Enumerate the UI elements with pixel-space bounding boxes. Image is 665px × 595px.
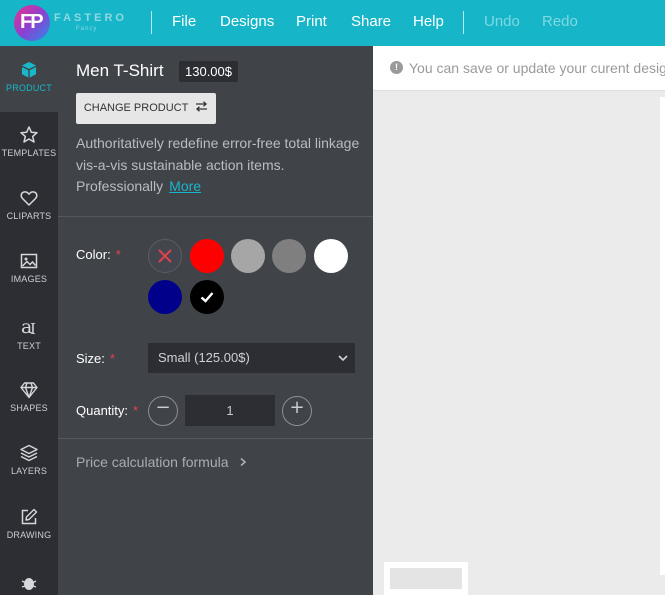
rail-item-cliparts[interactable]: CLIPARTS [0,188,58,221]
required-mark: * [115,247,121,262]
rail-item-product[interactable]: PRODUCT [0,60,58,93]
required-mark: * [133,403,139,418]
cube-icon [22,62,36,78]
image-icon [20,253,38,269]
quantity-label-text: Quantity: [76,403,129,418]
menu-designs[interactable]: Designs [220,13,274,30]
swap-icon [196,101,208,112]
top-bar: FP FASTERO Fancy File Designs Print Shar… [0,0,665,46]
menu-help[interactable]: Help [413,13,444,30]
chevron-down-icon [338,355,348,362]
quantity-label: Quantity: * [76,403,138,418]
color-swatch-black[interactable] [190,280,224,314]
rail-label-shapes: SHAPES [10,403,48,413]
rail-item-layers[interactable]: LAYERS [0,443,58,476]
divider [58,216,373,217]
info-icon: ! [390,61,403,74]
quantity-decrement-button[interactable]: − [148,396,178,426]
text-icon: a I [21,316,36,338]
save-notice-text: You can save or update your curent desig… [409,60,665,76]
color-swatch-white[interactable] [314,239,348,273]
check-icon [200,292,214,303]
logo-wordmark: FASTERO [54,12,127,24]
product-description: Authoritatively redefine error-free tota… [76,133,366,198]
menu-separator [151,11,152,34]
price-formula-toggle[interactable]: Price calculation formula [76,454,248,470]
size-label: Size: * [76,351,115,366]
rail-label-layers: LAYERS [10,466,48,476]
color-swatch-red[interactable] [190,239,224,273]
bug-icon [21,578,37,590]
size-select-value: Small (125.00$) [158,350,250,365]
remove-color-icon [158,249,172,263]
rail-label-drawing: DRAWING [6,530,52,540]
product-panel: Men T-Shirt 130.00$ CHANGE PRODUCT Autho… [58,46,373,595]
heart-icon [20,191,38,206]
menu-separator [463,11,464,34]
color-swatch-navy[interactable] [148,280,182,314]
star-icon [20,126,38,143]
rail-item-text[interactable]: a I TEXT [0,314,58,351]
price-formula-label: Price calculation formula [76,454,229,470]
save-notice-bar: ! You can save or update your curent des… [373,46,665,91]
plus-icon: + [289,397,305,418]
rail-label-images: IMAGES [10,274,48,284]
chevron-right-icon [240,457,247,467]
rail-item-templates[interactable]: TEMPLATES [0,125,58,158]
product-title: Men T-Shirt [76,61,164,80]
change-product-button[interactable]: CHANGE PRODUCT [76,93,216,124]
thumbnail-preview [390,568,462,589]
logo-letters: FP [20,11,44,33]
rail-item-images[interactable]: IMAGES [0,251,58,284]
redo-button[interactable]: Redo [542,13,578,30]
edit-icon [21,508,38,525]
more-link[interactable]: More [169,178,201,194]
divider [58,438,373,439]
design-canvas[interactable] [373,91,665,595]
menu-print[interactable]: Print [296,13,327,30]
quantity-increment-button[interactable]: + [282,396,312,426]
color-swatch-light-gray[interactable] [231,239,265,273]
required-mark: * [109,351,115,366]
product-price-badge: 130.00$ [179,61,238,82]
size-label-text: Size: [76,351,105,366]
menu-file[interactable]: File [172,13,196,30]
undo-button[interactable]: Undo [484,13,520,30]
color-swatch-gray[interactable] [272,239,306,273]
rail-item-shapes[interactable]: SHAPES [0,380,58,413]
change-product-label: CHANGE PRODUCT [83,102,189,114]
svg-text:I: I [30,320,36,338]
rail-label-product: PRODUCT [6,83,52,93]
minus-icon: − [155,397,171,418]
canvas-scrollbar[interactable] [660,97,665,575]
diamond-icon [20,382,38,399]
layers-icon [20,444,38,462]
quantity-input[interactable]: 1 [185,395,275,426]
color-swatch-none[interactable] [148,239,182,273]
color-label: Color: * [76,247,121,262]
brand-logo[interactable]: FP FASTERO Fancy [14,5,134,41]
logo-subtitle: Fancy [76,26,98,32]
size-select[interactable]: Small (125.00$) [148,343,355,373]
rail-item-drawing[interactable]: DRAWING [0,507,58,540]
rail-item-debug[interactable] [0,573,58,593]
rail-label-text: TEXT [17,341,41,351]
rail-label-cliparts: CLIPARTS [6,211,52,221]
product-description-text: Authoritatively redefine error-free tota… [76,135,360,194]
rail-label-templates: TEMPLATES [1,148,57,158]
canvas-thumbnail[interactable] [384,562,468,595]
color-label-text: Color: [76,247,111,262]
menu-share[interactable]: Share [351,13,391,30]
